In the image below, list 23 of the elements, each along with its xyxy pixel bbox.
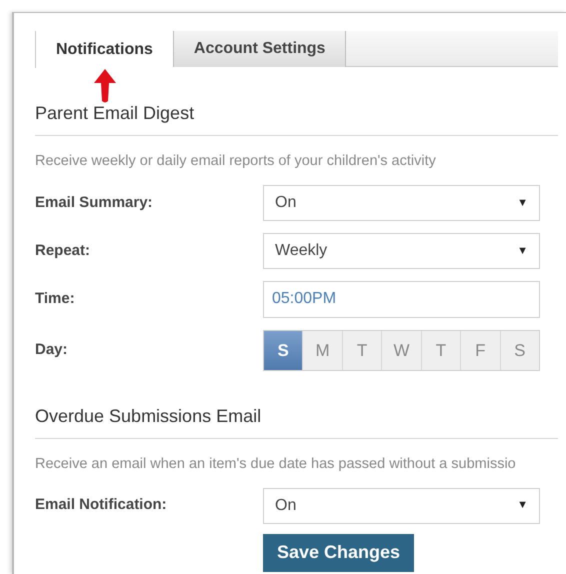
section-heading: Overdue Submissions Email <box>35 402 558 439</box>
day-toggle[interactable]: S <box>500 330 539 370</box>
day-toggle[interactable]: M <box>302 330 342 370</box>
save-button[interactable]: Save Changes <box>263 534 414 572</box>
tab[interactable]: Account Settings <box>172 31 346 67</box>
field-label: Repeat: <box>35 240 92 260</box>
field-label: Email Notification: <box>35 495 168 516</box>
field-label: Time: <box>35 289 76 309</box>
select-field[interactable]: On ▼ <box>263 488 540 524</box>
day-toggle[interactable]: W <box>381 330 421 370</box>
day-toggle[interactable]: T <box>420 330 460 370</box>
time-field[interactable]: 05:00PM <box>263 280 540 318</box>
day-toggle[interactable]: F <box>460 330 500 370</box>
section-description: Receive an email when an item's due date has passed without a submissio <box>35 454 517 474</box>
select-field[interactable]: Weekly ▼ <box>263 232 540 269</box>
arrow-icon <box>94 69 116 103</box>
field-label: Email Summary: <box>35 192 154 212</box>
day-toggle[interactable]: T <box>342 330 382 370</box>
field-label: Day: <box>35 340 69 360</box>
day-toggle[interactable]: S <box>264 330 302 370</box>
section-heading: Parent Email Digest <box>35 100 558 136</box>
section-description: Receive weekly or daily email reports of your children's activity <box>35 152 437 171</box>
select-field[interactable]: On ▼ <box>263 184 540 221</box>
